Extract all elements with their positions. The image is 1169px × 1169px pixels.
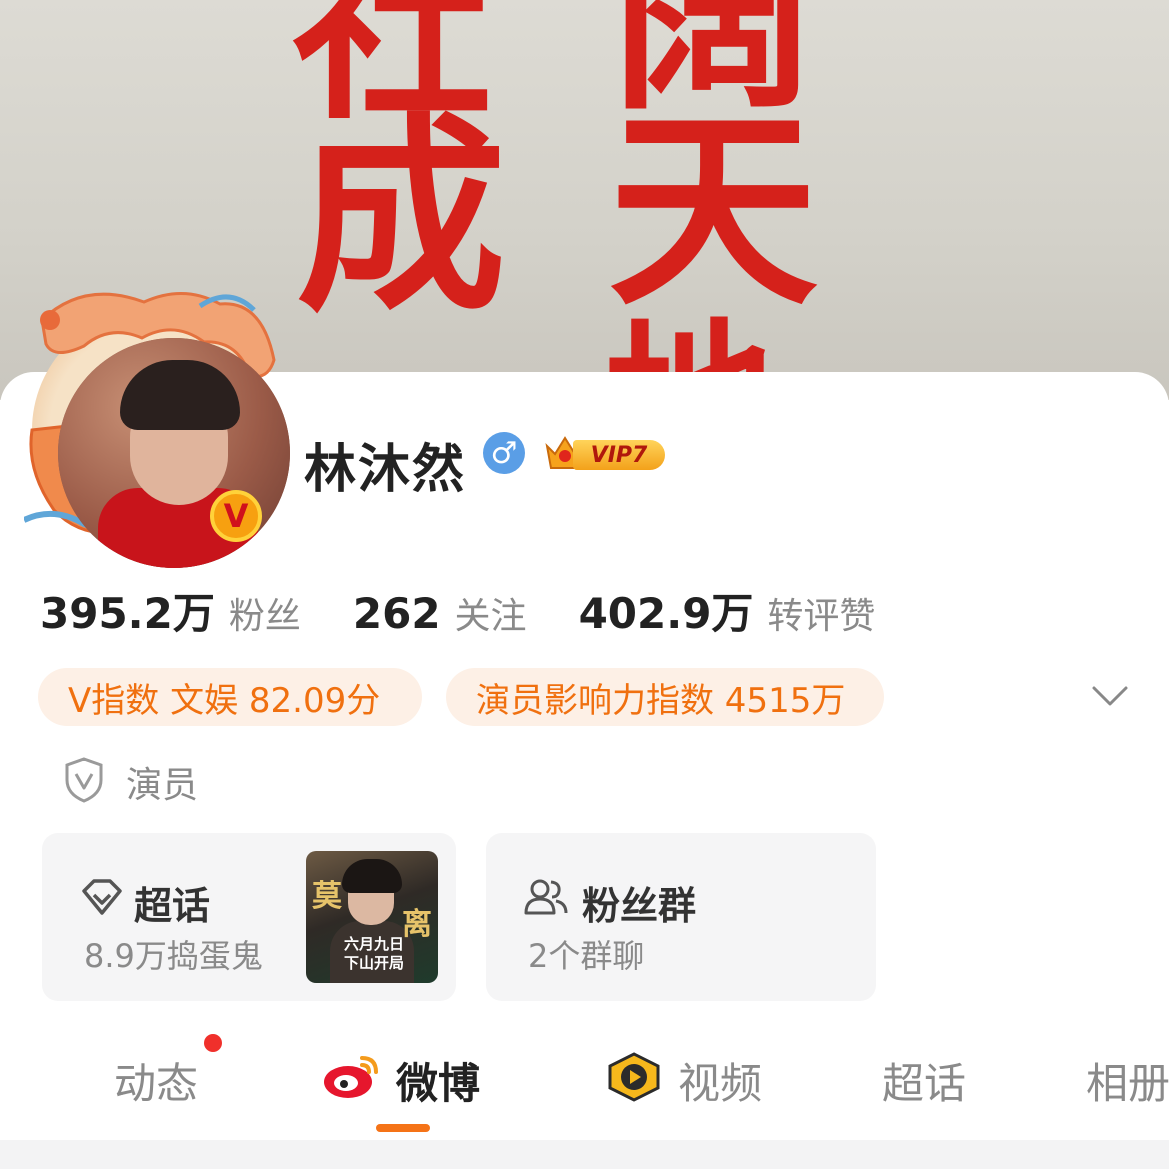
tab-super-topic[interactable]: 超话	[882, 1050, 966, 1111]
fan-group-title: 粉丝群	[582, 884, 697, 928]
super-topic-subtitle: 8.9万捣蛋鬼	[84, 937, 263, 975]
v-index-chip[interactable]: V指数 文娱 82.09分	[38, 668, 422, 726]
active-tab-indicator	[376, 1124, 430, 1132]
tab-weibo[interactable]: 微博	[396, 1050, 480, 1111]
fan-group-card[interactable]: 粉丝群 2个群聊	[486, 833, 876, 1001]
vip-level-label: VIP7	[573, 440, 665, 470]
following-count[interactable]: 262	[353, 589, 441, 638]
drama-poster-thumbnail[interactable]: 莫 离 六月九日 下山开局	[306, 851, 438, 983]
group-users-icon	[524, 879, 568, 915]
tab-activity[interactable]: 动态	[114, 1050, 198, 1111]
followers-count[interactable]: 395.2万	[40, 580, 215, 641]
notification-dot	[204, 1034, 222, 1052]
diamond-icon	[82, 879, 122, 915]
poster-title-char: 莫	[312, 879, 342, 914]
bottom-divider	[0, 1140, 1169, 1169]
verified-shield-icon	[65, 757, 103, 803]
tab-video[interactable]: 视频	[678, 1050, 762, 1111]
super-topic-title: 超话	[134, 884, 211, 928]
profile-name: 林沐然	[304, 440, 467, 500]
fan-group-subtitle: 2个群聊	[528, 937, 645, 975]
vip-badge[interactable]: VIP7	[543, 432, 669, 474]
weibo-logo-icon	[324, 1056, 378, 1098]
stats-row: 395.2万 粉丝 262 关注 402.9万 转评赞	[40, 580, 876, 639]
male-gender-icon: ♂	[483, 432, 525, 474]
role-label: 演员	[126, 765, 199, 806]
poster-caption: 六月九日 下山开局	[343, 935, 404, 972]
video-play-icon	[608, 1052, 660, 1102]
chevron-down-icon[interactable]	[1090, 682, 1130, 712]
following-label[interactable]: 关注	[455, 587, 527, 639]
engagement-label: 转评赞	[767, 596, 876, 637]
super-topic-card[interactable]: 超话 8.9万捣蛋鬼 莫 离 六月九日 下山开局	[42, 833, 456, 1001]
cover-character: 天	[608, 87, 819, 334]
tab-album[interactable]: 相册	[1086, 1050, 1169, 1111]
followers-label[interactable]: 粉丝	[229, 587, 301, 639]
actor-influence-chip[interactable]: 演员影响力指数 4515万	[446, 668, 884, 726]
engagement-count: 402.9万	[578, 589, 754, 638]
verified-v-badge: V	[210, 490, 262, 542]
cover-character: 成	[296, 93, 507, 340]
